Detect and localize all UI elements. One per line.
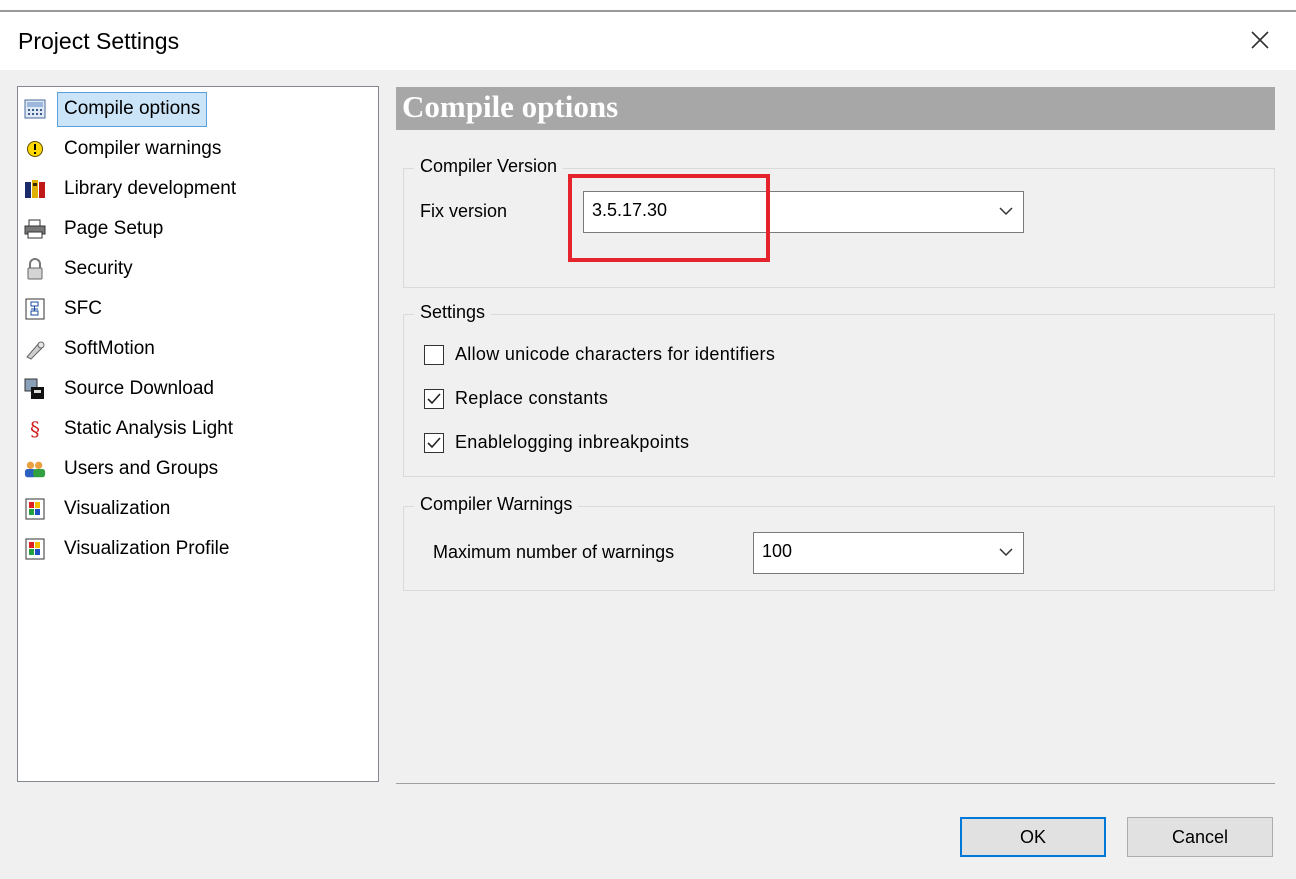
lock-icon	[24, 258, 46, 280]
checkmark-icon	[427, 437, 441, 449]
ok-button[interactable]: OK	[960, 817, 1106, 857]
compile-options-icon	[24, 98, 46, 120]
nav-item-label: Compile options	[57, 91, 208, 127]
nav-item-label: Security	[64, 258, 133, 279]
nav-item-label: Page Setup	[64, 218, 164, 239]
footer-separator	[396, 783, 1275, 784]
nav-item-label: Source Download	[64, 378, 214, 399]
max-warnings-label: Maximum number of warnings	[433, 542, 675, 562]
chevron-down-icon	[999, 548, 1013, 557]
nav-item-label: Library development	[64, 178, 237, 199]
dialog-title: Project Settings	[18, 28, 180, 54]
printer-icon	[24, 218, 46, 240]
softmotion-icon	[24, 338, 46, 360]
nav-item-compile-options[interactable]: Compile options	[24, 91, 208, 127]
fix-version-value: 3.5.17.30	[592, 200, 668, 220]
dialog-body: Compile options Compiler warnings Librar…	[0, 70, 1296, 879]
nav-item-security[interactable]: Security	[24, 251, 133, 287]
nav-item-sfc[interactable]: SFC	[24, 291, 102, 327]
warning-icon	[24, 138, 46, 160]
visualization-profile-icon	[24, 538, 46, 560]
panel-title: Compile options	[402, 89, 619, 124]
panel-header: Compile options	[396, 87, 1275, 130]
nav-item-label: Visualization Profile	[64, 538, 230, 559]
nav-item-page-setup[interactable]: Page Setup	[24, 211, 163, 247]
checkbox-replace-constants[interactable]	[424, 389, 444, 409]
replace-constants-label: Replace constants	[455, 388, 609, 408]
compiler-version-legend: Compiler Version	[414, 156, 564, 177]
section-sign-icon: §	[30, 417, 40, 441]
users-icon	[24, 458, 46, 480]
settings-legend: Settings	[414, 302, 492, 323]
checkbox-enable-logging[interactable]	[424, 433, 444, 453]
nav-item-library-development[interactable]: Library development	[24, 171, 236, 207]
checkbox-allow-unicode[interactable]	[424, 345, 444, 365]
title-bar: Project Settings	[0, 12, 1296, 70]
max-warnings-dropdown[interactable]: 100	[753, 532, 1024, 574]
nav-item-source-download[interactable]: Source Download	[24, 371, 214, 407]
nav-item-users-and-groups[interactable]: Users and Groups	[24, 451, 218, 487]
max-warnings-value: 100	[762, 541, 793, 561]
nav-item-label: SoftMotion	[64, 338, 155, 359]
nav-item-softmotion[interactable]: SoftMotion	[24, 331, 155, 367]
nav-item-visualization[interactable]: Visualization	[24, 491, 170, 527]
sfc-icon	[24, 298, 46, 320]
cancel-button[interactable]: Cancel	[1127, 817, 1273, 857]
compiler-warnings-legend: Compiler Warnings	[414, 494, 579, 515]
visualization-icon	[24, 498, 46, 520]
nav-item-label: Static Analysis Light	[64, 418, 233, 439]
library-books-icon	[24, 178, 46, 200]
fix-version-dropdown[interactable]: 3.5.17.30	[583, 191, 1024, 233]
allow-unicode-label: Allow unicode characters for identifiers	[455, 344, 776, 364]
nav-item-static-analysis-light[interactable]: § Static Analysis Light	[24, 411, 233, 447]
checkmark-icon	[427, 393, 441, 405]
fix-version-label: Fix version	[420, 201, 508, 221]
nav-item-label: Users and Groups	[64, 458, 219, 479]
chevron-down-icon	[999, 207, 1013, 216]
category-list[interactable]: Compile options Compiler warnings Librar…	[17, 86, 379, 782]
window-top-border	[0, 0, 1296, 12]
nav-item-label: SFC	[64, 298, 102, 319]
nav-item-visualization-profile[interactable]: Visualization Profile	[24, 531, 229, 567]
nav-item-label: Visualization	[64, 498, 171, 519]
nav-item-label: Compiler warnings	[64, 138, 222, 159]
close-icon	[1251, 31, 1269, 49]
close-button[interactable]	[1242, 22, 1278, 58]
enable-logging-label: Enablelogging inbreakpoints	[455, 432, 690, 452]
nav-item-compiler-warnings[interactable]: Compiler warnings	[24, 131, 221, 167]
source-download-icon	[24, 378, 46, 400]
